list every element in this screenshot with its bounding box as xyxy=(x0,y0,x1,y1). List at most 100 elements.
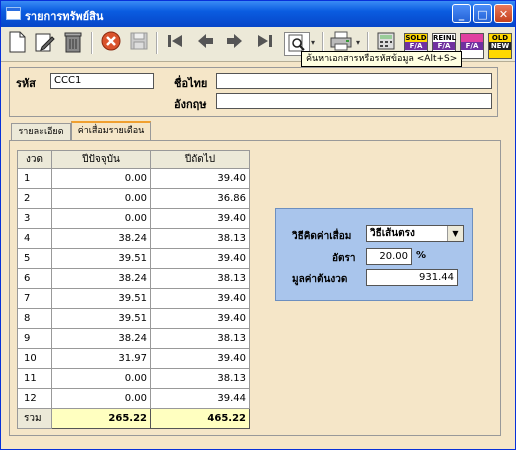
code-field[interactable]: CCC1 xyxy=(50,73,154,89)
period-cell[interactable]: 12 xyxy=(17,388,52,409)
title-bar[interactable]: รายการทรัพย์สิน _ □ ✕ xyxy=(1,1,515,27)
table-row[interactable]: 8 39.51 39.40 xyxy=(17,308,250,329)
english-name-label: อังกฤษ xyxy=(174,98,207,111)
period-cell[interactable]: 6 xyxy=(17,268,52,289)
last-record-icon[interactable] xyxy=(253,31,277,55)
total-next-year: 465.22 xyxy=(150,408,250,429)
current-year-cell[interactable]: 0.00 xyxy=(51,388,151,409)
current-year-cell[interactable]: 31.97 xyxy=(51,348,151,369)
delete-icon[interactable] xyxy=(61,31,85,55)
next-year-cell[interactable]: 39.44 xyxy=(150,388,250,409)
thai-name-field[interactable] xyxy=(216,73,492,89)
period-cell[interactable]: 10 xyxy=(17,348,52,369)
current-year-cell[interactable]: 0.00 xyxy=(51,208,151,229)
close-button[interactable]: ✕ xyxy=(494,4,513,23)
period-cell[interactable]: 7 xyxy=(17,288,52,309)
table-row[interactable]: 2 0.00 36.86 xyxy=(17,188,250,209)
next-year-cell[interactable]: 39.40 xyxy=(150,248,250,269)
method-value: วิธีเส้นตรง xyxy=(370,228,415,239)
current-year-cell[interactable]: 38.24 xyxy=(51,228,151,249)
current-year-cell[interactable]: 0.00 xyxy=(51,368,151,389)
english-name-field[interactable] xyxy=(216,93,492,109)
period-cell[interactable]: 2 xyxy=(17,188,52,209)
next-year-cell[interactable]: 38.13 xyxy=(150,268,250,289)
reset-color-bar xyxy=(461,34,483,42)
fa-label: F/A xyxy=(461,42,483,50)
table-row[interactable]: 6 38.24 38.13 xyxy=(17,268,250,289)
tab-monthly-depreciation[interactable]: ค่าเสื่อมรายเดือน xyxy=(71,121,151,142)
total-current-year: 265.22 xyxy=(51,408,151,429)
next-year-cell[interactable]: 38.13 xyxy=(150,328,250,349)
current-year-cell[interactable]: 39.51 xyxy=(51,288,151,309)
sold-label: SOLD xyxy=(405,34,427,42)
period-cell[interactable]: 1 xyxy=(17,168,52,189)
maximize-button[interactable]: □ xyxy=(473,4,492,23)
first-record-icon[interactable] xyxy=(163,31,187,55)
total-row: รวม 265.22 465.22 xyxy=(17,408,250,429)
table-row[interactable]: 11 0.00 38.13 xyxy=(17,368,250,389)
period-cell[interactable]: 8 xyxy=(17,308,52,329)
next-year-cell[interactable]: 39.40 xyxy=(150,168,250,189)
table-row[interactable]: 3 0.00 39.40 xyxy=(17,208,250,229)
app-icon xyxy=(6,7,21,20)
table-row[interactable]: 7 39.51 39.40 xyxy=(17,288,250,309)
column-header-next-year: ปีถัดไป xyxy=(150,150,250,169)
chevron-down-icon[interactable]: ▼ xyxy=(447,226,463,241)
next-year-cell[interactable]: 38.13 xyxy=(150,228,250,249)
period-cell[interactable]: 11 xyxy=(17,368,52,389)
save-icon[interactable] xyxy=(127,31,151,55)
old-label: OLD xyxy=(491,34,509,42)
fa-label: F/A xyxy=(433,42,455,50)
next-year-cell[interactable]: 39.40 xyxy=(150,288,250,309)
table-row[interactable]: 10 31.97 39.40 xyxy=(17,348,250,369)
table-row[interactable]: 1 0.00 39.40 xyxy=(17,168,250,189)
previous-record-icon[interactable] xyxy=(193,31,217,55)
next-year-cell[interactable]: 39.40 xyxy=(150,208,250,229)
table-header-row: งวด ปีปัจจุบัน ปีถัดไป xyxy=(17,150,250,169)
method-label: วิธีคิดค่าเสื่อม xyxy=(292,231,352,242)
code-label: รหัส xyxy=(16,77,36,90)
new-document-icon[interactable] xyxy=(5,31,29,55)
column-header-period: งวด xyxy=(17,150,52,169)
old-new-icon[interactable]: OLD NEW xyxy=(488,33,512,59)
minimize-button[interactable]: _ xyxy=(452,4,471,23)
reset-fa-icon[interactable]: F/A xyxy=(460,33,484,59)
next-year-cell[interactable]: 39.40 xyxy=(150,348,250,369)
thai-name-label: ชื่อไทย xyxy=(174,77,208,90)
table-row[interactable]: 5 39.51 39.40 xyxy=(17,248,250,269)
tab-details[interactable]: รายละเอียด xyxy=(11,123,71,141)
depreciation-settings-box: วิธีคิดค่าเสื่อม วิธีเส้นตรง ▼ อัตรา 20.… xyxy=(275,208,473,301)
edit-icon[interactable] xyxy=(33,31,57,55)
rate-field[interactable]: 20.00 xyxy=(366,248,412,265)
next-year-cell[interactable]: 38.13 xyxy=(150,368,250,389)
rate-label: อัตรา xyxy=(332,253,356,264)
current-year-cell[interactable]: 39.51 xyxy=(51,308,151,329)
current-year-cell[interactable]: 0.00 xyxy=(51,168,151,189)
toolbar-separator xyxy=(91,32,93,54)
table-row[interactable]: 12 0.00 39.44 xyxy=(17,388,250,409)
period-cell[interactable]: 4 xyxy=(17,228,52,249)
rate-unit: % xyxy=(416,250,427,261)
table-body: 1 0.00 39.40 2 0.00 36.86 3 0.00 39.40 4 38.24 38.1… xyxy=(17,168,250,409)
period-cell[interactable]: 9 xyxy=(17,328,52,349)
start-value-field[interactable]: 931.44 xyxy=(366,269,458,286)
asset-window: รายการทรัพย์สิน _ □ ✕ ▾ ▾ SOLD F/A REINL… xyxy=(0,0,516,450)
depreciation-table: งวด ปีปัจจุบัน ปีถัดไป 1 0.00 39.40 2 0.00 36… xyxy=(17,150,250,429)
current-year-cell[interactable]: 38.24 xyxy=(51,268,151,289)
window-title: รายการทรัพย์สิน xyxy=(25,10,104,23)
header-frame: รหัส CCC1 ชื่อไทย อังกฤษ xyxy=(9,67,498,117)
current-year-cell[interactable]: 39.51 xyxy=(51,248,151,269)
period-cell[interactable]: 3 xyxy=(17,208,52,229)
cancel-icon[interactable] xyxy=(99,31,123,55)
next-record-icon[interactable] xyxy=(223,31,247,55)
next-year-cell[interactable]: 39.40 xyxy=(150,308,250,329)
next-year-cell[interactable]: 36.86 xyxy=(150,188,250,209)
total-label: รวม xyxy=(17,408,52,429)
current-year-cell[interactable]: 38.24 xyxy=(51,328,151,349)
table-row[interactable]: 4 38.24 38.13 xyxy=(17,228,250,249)
table-row[interactable]: 9 38.24 38.13 xyxy=(17,328,250,349)
method-select[interactable]: วิธีเส้นตรง ▼ xyxy=(366,225,464,242)
reinl-label: REINL xyxy=(433,34,457,42)
current-year-cell[interactable]: 0.00 xyxy=(51,188,151,209)
period-cell[interactable]: 5 xyxy=(17,248,52,269)
